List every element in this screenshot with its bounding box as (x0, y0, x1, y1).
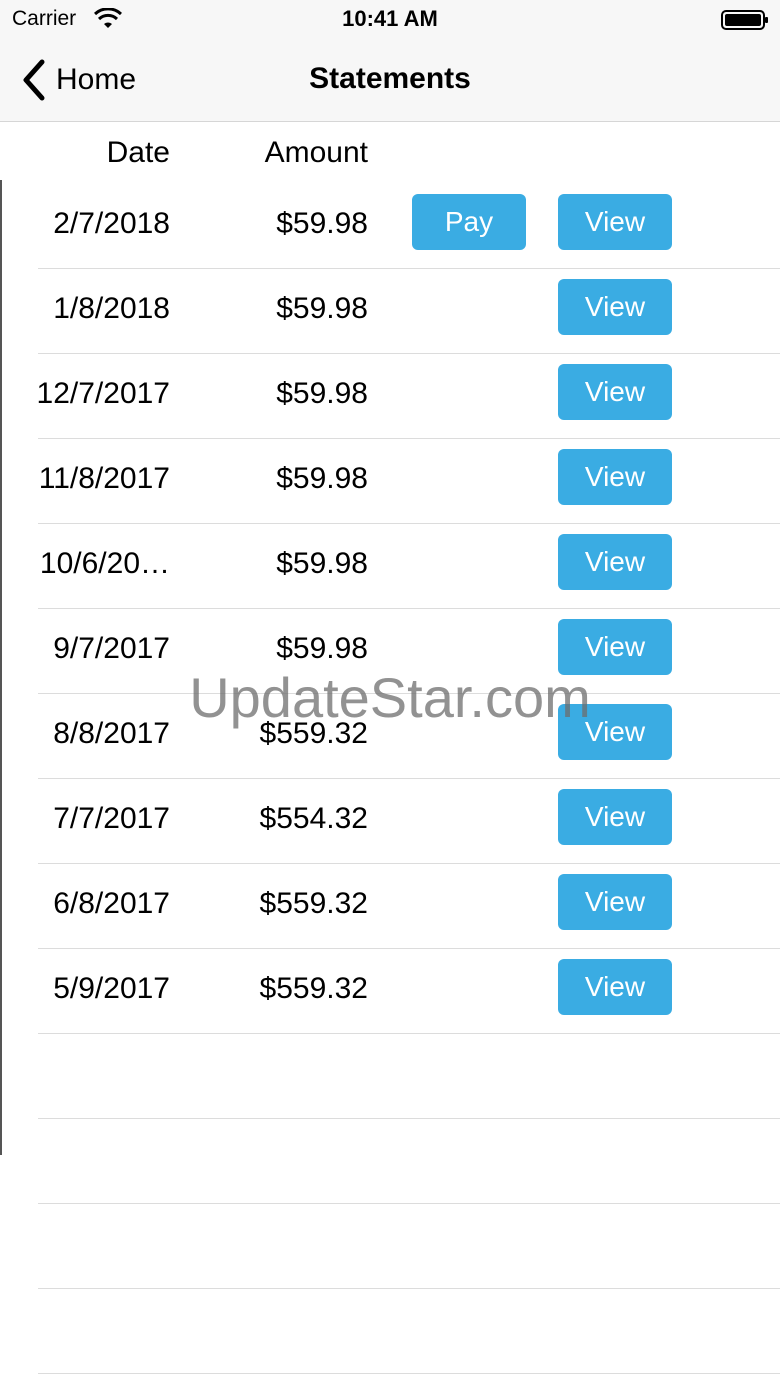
statement-amount: $59.98 (276, 377, 368, 410)
table-row: 12/7/2017 $59.98 View (0, 354, 780, 439)
header-amount: Amount (264, 136, 368, 169)
statement-amount: $59.98 (276, 547, 368, 580)
page-title: Statements (309, 62, 471, 95)
pay-button[interactable]: Pay (412, 194, 526, 250)
table-row: 2/7/2018 $59.98 Pay View (0, 184, 780, 269)
statement-date: 12/7/2017 (36, 377, 170, 410)
empty-row (0, 1034, 780, 1119)
empty-row (0, 1289, 780, 1374)
view-button[interactable]: View (558, 279, 672, 335)
view-button[interactable]: View (558, 364, 672, 420)
view-button[interactable]: View (558, 959, 672, 1015)
table-row: 7/7/2017 $554.32 View (0, 779, 780, 864)
statement-amount: $559.32 (259, 887, 368, 920)
statement-date: 1/8/2018 (53, 292, 170, 325)
statement-rows: 2/7/2018 $59.98 Pay View 1/8/2018 $59.98 View 1… (0, 184, 780, 1374)
statement-date: 6/8/2017 (53, 887, 170, 920)
statement-date: 10/6/20… (39, 547, 170, 580)
view-button[interactable]: View (558, 874, 672, 930)
table-row: 8/8/2017 $559.32 View (0, 694, 780, 779)
statement-date: 11/8/2017 (38, 462, 170, 495)
table-row: 9/7/2017 $59.98 View (0, 609, 780, 694)
status-bar: Carrier 10:41 AM (0, 0, 780, 40)
statement-amount: $554.32 (259, 802, 368, 835)
table-row: 10/6/20… $59.98 View (0, 524, 780, 609)
table-row: 1/8/2018 $59.98 View (0, 269, 780, 354)
navigation-bar: Home Statements (0, 40, 780, 122)
view-button[interactable]: View (558, 534, 672, 590)
table-row: 5/9/2017 $559.32 View (0, 949, 780, 1034)
header-date: Date (106, 136, 170, 169)
view-button[interactable]: View (558, 704, 672, 760)
empty-row (0, 1119, 780, 1204)
statement-amount: $59.98 (276, 632, 368, 665)
statement-date: 2/7/2018 (53, 207, 170, 240)
view-button[interactable]: View (558, 619, 672, 675)
status-time: 10:41 AM (342, 6, 438, 31)
view-button[interactable]: View (558, 194, 672, 250)
statement-amount: $59.98 (276, 462, 368, 495)
statements-table: Date Amount 2/7/2018 $59.98 Pay View 1/8/201… (0, 122, 780, 1374)
table-row: 6/8/2017 $559.32 View (0, 864, 780, 949)
statement-date: 5/9/2017 (53, 972, 170, 1005)
statement-date: 7/7/2017 (53, 802, 170, 835)
table-header: Date Amount (0, 122, 780, 184)
statement-amount: $559.32 (259, 972, 368, 1005)
table-row: 11/8/2017 $59.98 View (0, 439, 780, 524)
view-button[interactable]: View (558, 789, 672, 845)
view-button[interactable]: View (558, 449, 672, 505)
statement-date: 8/8/2017 (53, 717, 170, 750)
statement-amount: $59.98 (276, 207, 368, 240)
statement-amount: $59.98 (276, 292, 368, 325)
empty-row (0, 1204, 780, 1289)
statement-date: 9/7/2017 (53, 632, 170, 665)
statement-amount: $559.32 (259, 717, 368, 750)
battery-icon (721, 10, 768, 30)
